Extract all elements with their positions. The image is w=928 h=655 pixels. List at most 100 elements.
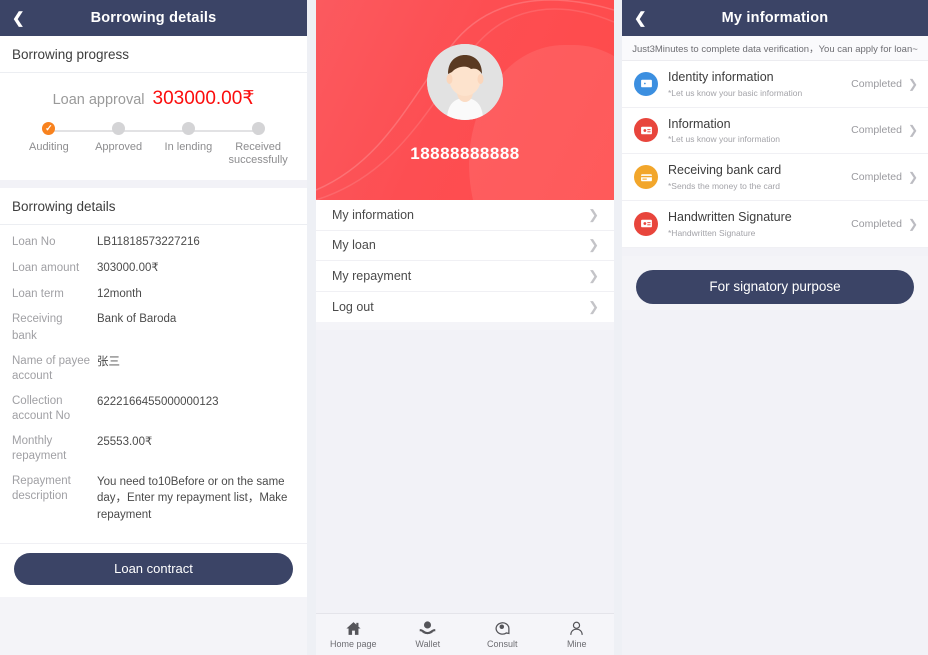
info-subtitle: *Let us know your information	[668, 134, 780, 145]
detail-key: Name of payee account	[12, 354, 90, 383]
tab-label: Wallet	[415, 639, 441, 649]
step-label: Received successfully	[228, 141, 288, 166]
loan-approval-row: Loan approval 303000.00₹	[0, 73, 307, 114]
tab-label: Mine	[566, 639, 587, 649]
status-badge: Completed	[851, 124, 902, 137]
detail-value: Bank of Baroda	[97, 313, 177, 326]
detail-row: Loan No LB11818573227216	[12, 234, 295, 251]
consult-icon	[494, 620, 511, 637]
borrowing-progress-card: Borrowing progress Loan approval 303000.…	[0, 36, 307, 181]
info-texts: Receiving bank card *Sends the money to …	[668, 163, 851, 191]
person-icon	[568, 620, 585, 637]
menu-item-label: My repayment	[332, 268, 412, 283]
detail-key: Loan term	[12, 287, 64, 300]
signatory-purpose-button[interactable]: For signatory purpose	[636, 269, 914, 304]
detail-row: Loan term 12month	[12, 286, 295, 303]
borrowing-details-heading: Borrowing details	[0, 188, 307, 226]
detail-key: Receiving bank	[12, 313, 63, 342]
menu-item-label: My information	[332, 207, 414, 222]
info-subtitle: *Handwritten Signature	[668, 227, 756, 238]
step-in-lending: In lending	[154, 122, 224, 166]
detail-row: Monthly repayment 25553.00₹	[12, 434, 295, 465]
id-card-icon	[634, 118, 658, 143]
info-title: Receiving bank card	[668, 163, 782, 178]
panel1-title: Borrowing details	[90, 10, 217, 26]
chevron-right-icon: ❯	[907, 76, 918, 91]
panel2-empty-area	[316, 330, 614, 613]
info-title: Information	[668, 116, 731, 131]
menu-item-label: My loan	[332, 238, 376, 253]
wallet-icon	[419, 620, 436, 637]
detail-value: 12month	[97, 287, 142, 300]
panel-borrowing-details: ❮ Borrowing details Borrowing progress L…	[0, 0, 307, 655]
detail-value: LB11818573227216	[97, 236, 200, 249]
tab-mine[interactable]: Mine	[540, 620, 615, 649]
profile-header: 18888888888	[316, 0, 614, 200]
loan-approval-amount: 303000.00₹	[152, 88, 255, 109]
info-title: Identity information	[668, 70, 774, 84]
tab-label: Home page	[329, 639, 377, 649]
tab-consult[interactable]: Consult	[465, 620, 540, 649]
profile-phone-number: 18888888888	[410, 144, 520, 163]
chevron-right-icon: ❯	[907, 170, 918, 185]
menu-item-my-repayment[interactable]: My repayment ❯	[316, 261, 614, 292]
status-badge: Completed	[851, 217, 902, 230]
info-item-handwritten-signature[interactable]: Handwritten Signature *Handwritten Signa…	[622, 201, 928, 248]
panel-profile: 18888888888 My information ❯ My loan ❯ M…	[316, 0, 614, 655]
bottom-tabbar: Home page Wallet Consult Mine	[316, 613, 614, 655]
info-item-identity-information[interactable]: Identity information *Let us know your b…	[622, 61, 928, 108]
panel1-navbar: ❮ Borrowing details	[0, 0, 307, 36]
loan-progress-stepper: Auditing Approved In lending Received su…	[0, 114, 307, 180]
step-label: Approved	[95, 141, 143, 153]
menu-item-my-information[interactable]: My information ❯	[316, 200, 614, 231]
user-avatar-icon	[427, 44, 503, 120]
panel3-empty-area	[622, 310, 928, 655]
info-subtitle: *Sends the money to the card	[668, 180, 780, 191]
detail-row: Receiving bank Bank of Baroda	[12, 311, 295, 344]
step-label: In lending	[164, 141, 213, 153]
profile-menu: My information ❯ My loan ❯ My repayment …	[316, 200, 614, 322]
step-received-successfully: Received successfully	[223, 122, 293, 166]
chevron-right-icon: ❯	[588, 267, 599, 283]
panel3-navbar: ❮ My information	[622, 0, 928, 36]
panel-my-information: ❮ My information Just3Minutes to complet…	[622, 0, 928, 655]
loan-contract-button[interactable]: Loan contract	[14, 552, 293, 585]
information-list: Identity information *Let us know your b…	[622, 61, 928, 248]
info-item-information[interactable]: Information *Let us know your informatio…	[622, 108, 928, 155]
panel-gap-2	[614, 0, 622, 655]
tab-wallet[interactable]: Wallet	[391, 620, 466, 649]
detail-key: Collection account No	[12, 394, 71, 423]
detail-key: Loan No	[12, 236, 56, 249]
info-item-receiving-bank-card[interactable]: Receiving bank card *Sends the money to …	[622, 154, 928, 201]
menu-item-label: Log out	[332, 299, 374, 314]
home-icon	[345, 620, 362, 637]
step-dot-icon	[181, 122, 195, 135]
menu-item-my-loan[interactable]: My loan ❯	[316, 231, 614, 261]
step-auditing: Auditing	[14, 122, 84, 166]
info-texts: Identity information *Let us know your b…	[668, 70, 851, 98]
back-chevron-left-icon[interactable]: ❮	[634, 0, 647, 36]
status-badge: Completed	[851, 171, 902, 184]
step-dot-icon	[112, 122, 126, 135]
chevron-right-icon: ❯	[588, 206, 599, 222]
step-dot-check-icon	[42, 122, 56, 135]
info-title: Handwritten Signature	[668, 209, 792, 224]
menu-item-log-out[interactable]: Log out ❯	[316, 292, 614, 323]
back-chevron-left-icon[interactable]: ❮	[12, 0, 25, 36]
info-texts: Handwritten Signature *Handwritten Signa…	[668, 210, 851, 238]
detail-row: Loan amount 303000.00₹	[12, 260, 295, 277]
detail-row: Repayment description You need to10Befor…	[12, 474, 295, 524]
detail-key: Repayment description	[12, 474, 71, 503]
panel-gap-1	[307, 0, 316, 655]
detail-value: 张三	[97, 355, 120, 368]
detail-key: Loan amount	[12, 261, 80, 274]
tab-home-page[interactable]: Home page	[316, 620, 391, 649]
detail-value: 25553.00₹	[97, 435, 153, 448]
tab-label: Consult	[486, 639, 518, 649]
screenshot-stage: ❮ Borrowing details Borrowing progress L…	[0, 0, 928, 655]
info-subtitle: *Let us know your basic information	[668, 87, 803, 98]
step-approved: Approved	[84, 122, 154, 166]
panel3-divider	[622, 247, 928, 256]
detail-value: You need to10Before or on the same day，E…	[97, 475, 288, 522]
chevron-right-icon: ❯	[588, 237, 599, 253]
